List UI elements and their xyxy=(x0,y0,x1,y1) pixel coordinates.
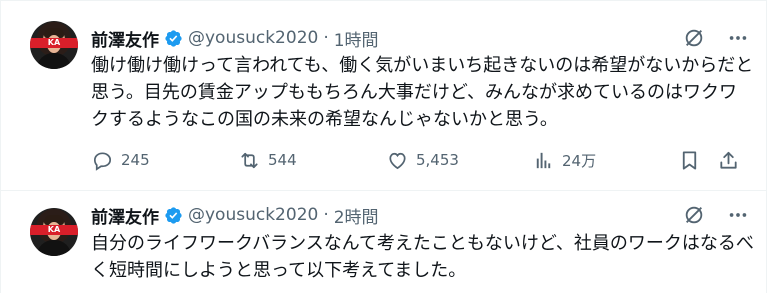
user-handle[interactable]: @yousuck2020 xyxy=(188,205,318,225)
display-name[interactable]: 前澤友作 xyxy=(91,26,159,51)
slash-circle-icon[interactable] xyxy=(682,203,706,227)
heart-icon xyxy=(389,152,406,169)
views-button[interactable]: 24万 xyxy=(532,149,596,172)
reply-count: 245 xyxy=(121,151,150,169)
tweet-header: 前澤友作 @yousuck2020 · 2時間 xyxy=(91,203,750,228)
timeline-feed: KA 前澤友作 @yousuck2020 · 1時間 働け働け働けって言われても… xyxy=(0,0,767,293)
verified-badge-icon[interactable] xyxy=(164,29,183,48)
view-count: 24万 xyxy=(562,151,597,170)
retweet-count: 544 xyxy=(268,151,297,169)
tweet-header: 前澤友作 @yousuck2020 · 1時間 xyxy=(91,26,750,51)
retweet-button[interactable]: 544 xyxy=(238,149,297,172)
header-actions xyxy=(682,203,750,227)
tweet-actions: 245 544 5,453 24万 xyxy=(91,146,754,174)
verified-badge-icon[interactable] xyxy=(164,206,183,225)
share-icon xyxy=(720,151,737,169)
bookmark-button[interactable] xyxy=(678,149,701,172)
avatar-logo: KA xyxy=(30,225,78,235)
timestamp[interactable]: 1時間 xyxy=(334,26,379,51)
avatar-body xyxy=(37,53,71,69)
retweet-icon xyxy=(241,152,258,168)
tweet-1[interactable]: KA 前澤友作 @yousuck2020 · 1時間 働け働け働けって言われても… xyxy=(1,0,766,191)
share-button[interactable] xyxy=(717,149,740,172)
analytics-icon xyxy=(536,152,551,168)
avatar[interactable]: KA xyxy=(30,208,78,256)
timestamp[interactable]: 2時間 xyxy=(334,203,379,228)
like-button[interactable]: 5,453 xyxy=(386,149,459,172)
separator-dot: · xyxy=(323,28,329,48)
bookmark-icon xyxy=(682,150,697,170)
avatar-body xyxy=(37,240,71,256)
user-handle[interactable]: @yousuck2020 xyxy=(188,28,318,48)
separator-dot: · xyxy=(323,205,329,225)
like-count: 5,453 xyxy=(416,151,459,169)
slash-circle-icon[interactable] xyxy=(682,26,706,50)
avatar[interactable]: KA xyxy=(30,21,78,69)
tweet-text: 自分のライフワークバランスなんて考えたこともないけど、社員のワークはなるべく短時… xyxy=(91,233,754,281)
more-horizontal-icon[interactable] xyxy=(726,203,750,227)
header-actions xyxy=(682,26,750,50)
avatar-logo: KA xyxy=(30,38,78,48)
reply-button[interactable]: 245 xyxy=(91,149,150,172)
reply-icon xyxy=(93,151,112,171)
display-name[interactable]: 前澤友作 xyxy=(91,203,159,228)
tweet-2[interactable]: KA 前澤友作 @yousuck2020 · 2時間 自分のライフワークバランス… xyxy=(1,190,766,293)
tweet-text: 働け働け働けって言われても、働く気がいまいち起きないのは希望がないからだと思う。… xyxy=(91,55,754,130)
more-horizontal-icon[interactable] xyxy=(726,26,750,50)
